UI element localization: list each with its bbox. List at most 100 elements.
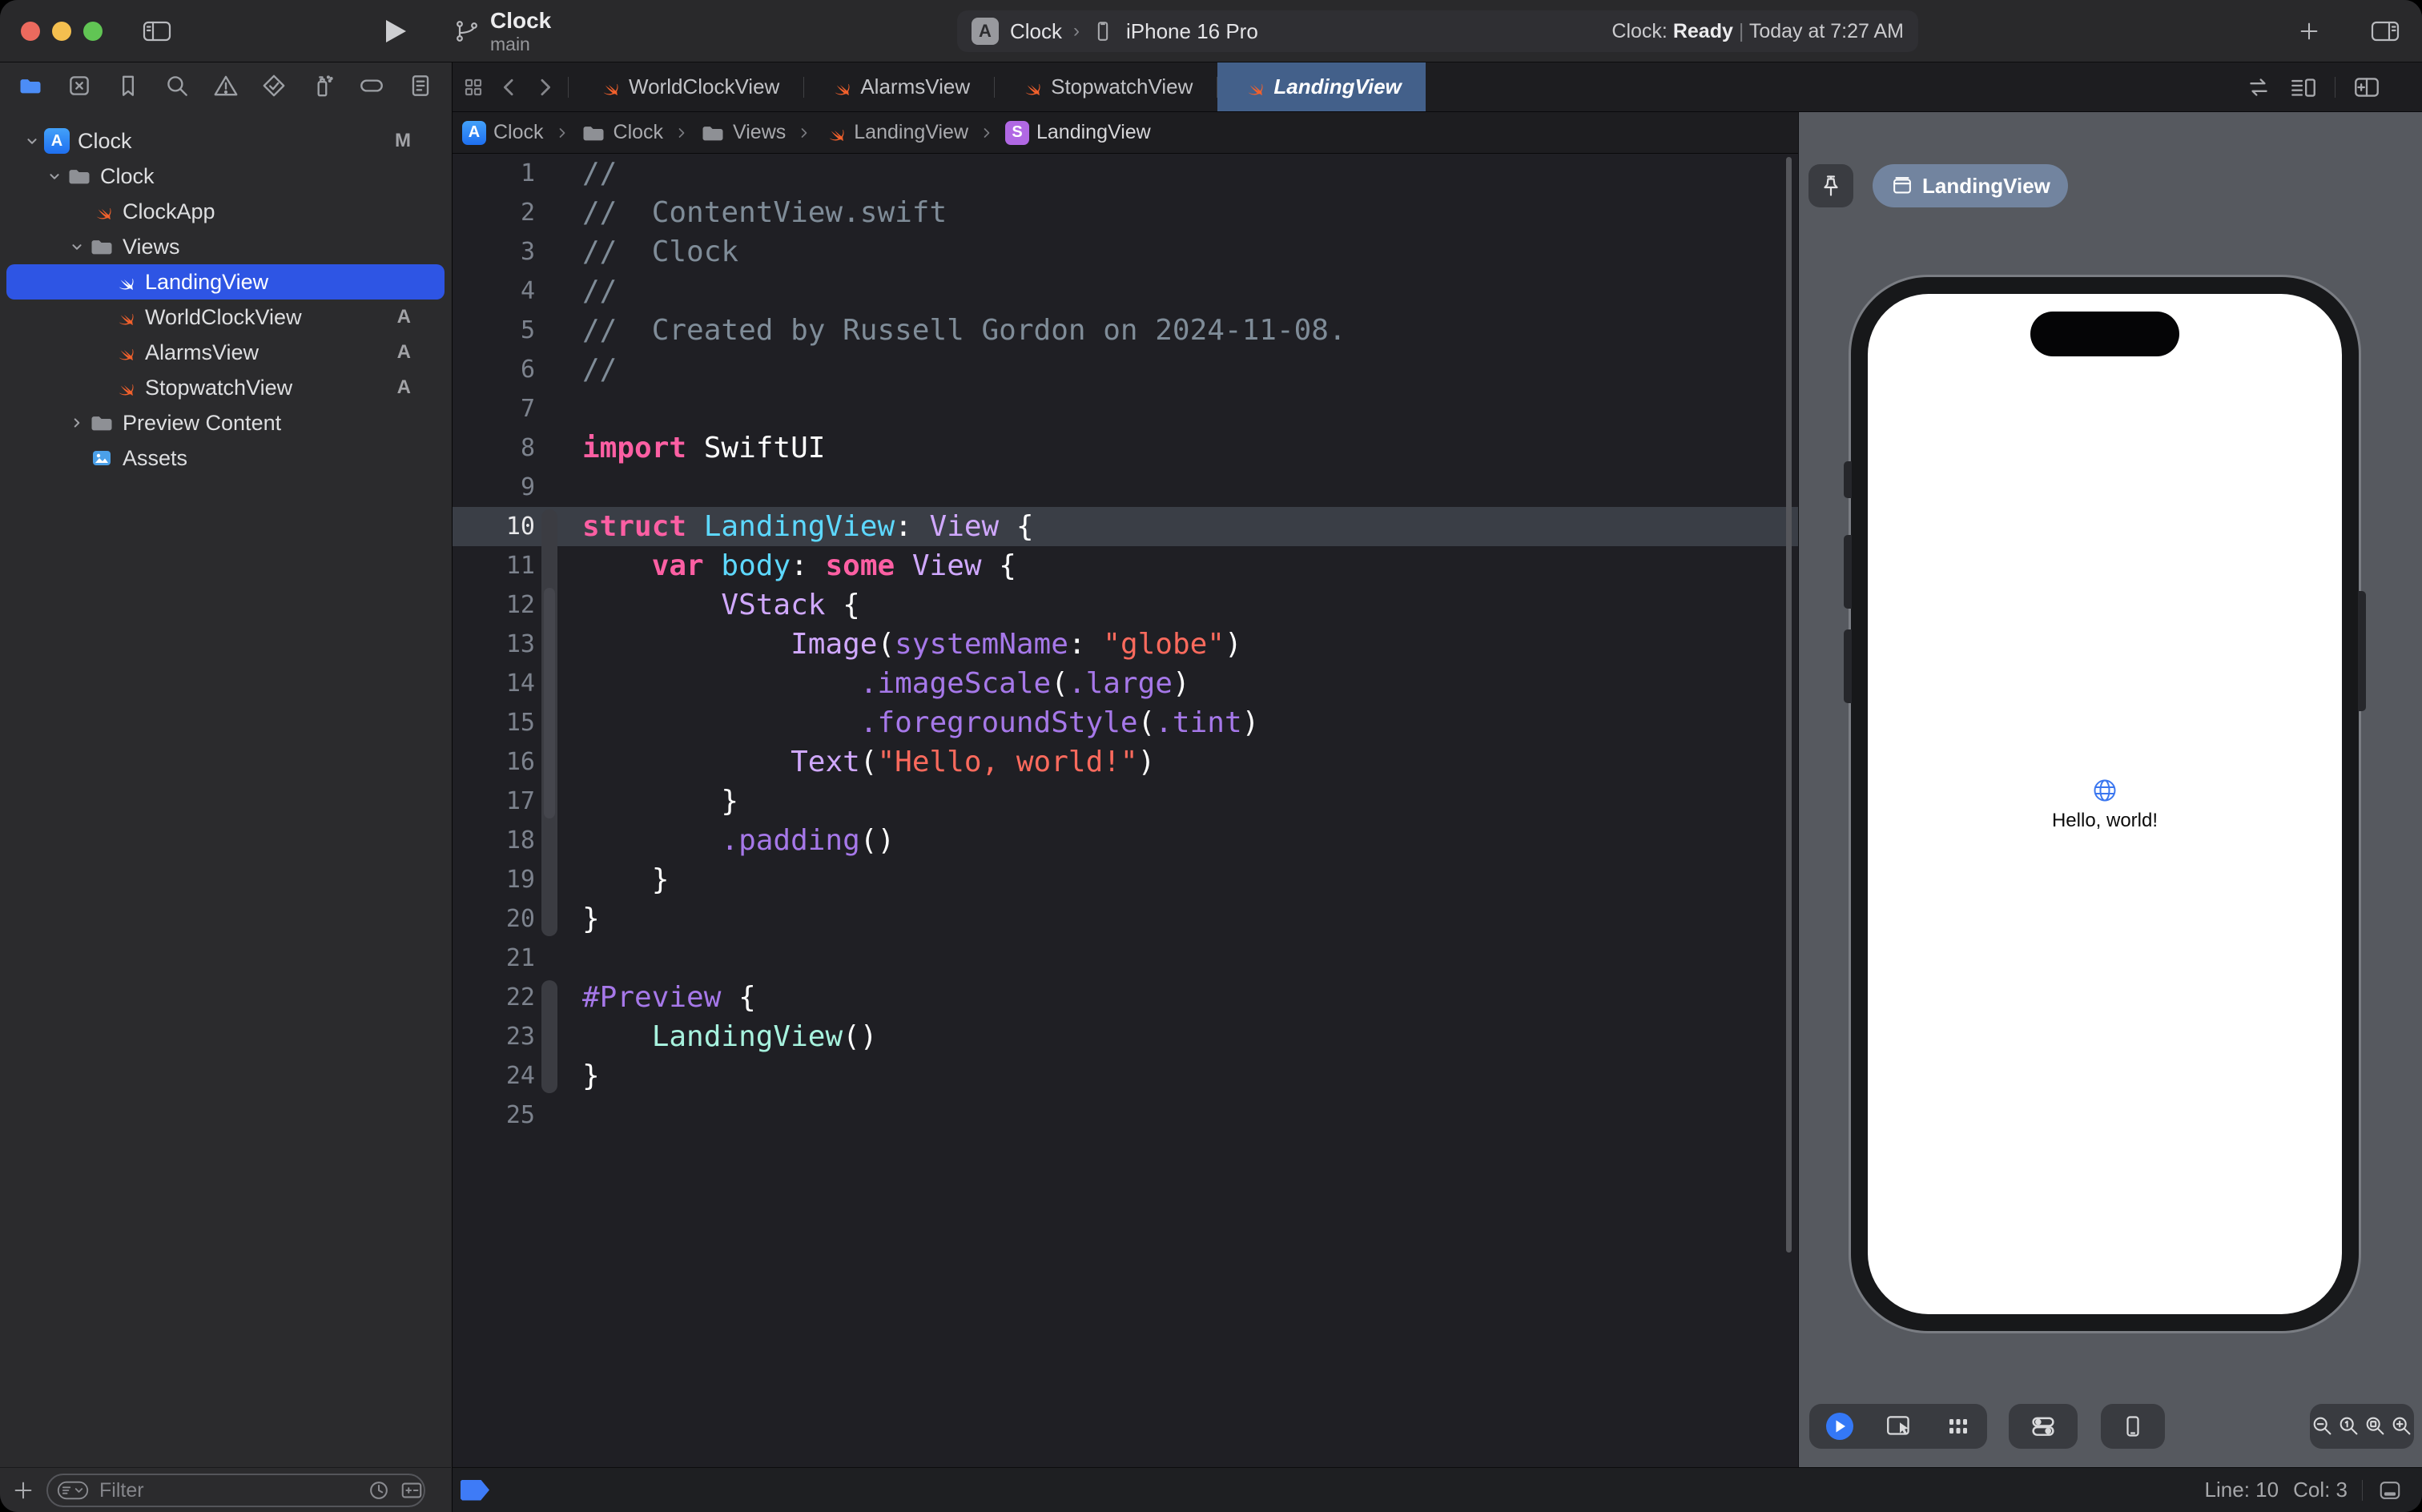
line-number[interactable]: 24 <box>453 1056 535 1096</box>
line-number[interactable]: 1 <box>453 154 535 193</box>
reports-navigator-icon[interactable] <box>403 68 438 103</box>
sidebar-item-stopwatchview[interactable]: StopwatchView A <box>0 370 451 405</box>
code-line-7[interactable]: 7 <box>453 389 1798 428</box>
code-line-23[interactable]: 23 LandingView() <box>453 1017 1798 1056</box>
code-line-3[interactable]: 3 // Clock <box>453 232 1798 271</box>
add-editor-icon[interactable] <box>2352 74 2382 101</box>
preview-target-pill[interactable]: LandingView <box>1873 164 2068 207</box>
line-number[interactable]: 14 <box>453 664 535 703</box>
find-navigator-icon[interactable] <box>159 68 195 103</box>
chevron-down-icon[interactable] <box>43 167 66 185</box>
code-line-4[interactable]: 4 // <box>453 271 1798 311</box>
related-items-icon[interactable] <box>461 74 486 100</box>
sidebar-item-views[interactable]: Views <box>0 229 451 264</box>
line-number[interactable]: 13 <box>453 625 535 664</box>
code-line-22[interactable]: 22 #Preview { <box>453 978 1798 1017</box>
zoom-window-button[interactable] <box>83 22 103 41</box>
sidebar-item-clockapp[interactable]: ClockApp <box>0 194 451 229</box>
line-number[interactable]: 18 <box>453 821 535 860</box>
selectable-mode-icon[interactable] <box>1885 1413 1915 1440</box>
code-line-1[interactable]: 1 // <box>453 154 1798 193</box>
tests-navigator-icon[interactable] <box>256 68 292 103</box>
chevron-right-icon[interactable] <box>66 414 88 432</box>
line-number[interactable]: 5 <box>453 311 535 350</box>
forward-button[interactable] <box>533 75 557 99</box>
breadcrumb-item-views[interactable]: Views <box>700 120 786 146</box>
variants-mode-icon[interactable] <box>1944 1413 1973 1439</box>
zoom-in-icon[interactable] <box>2390 1414 2414 1438</box>
sidebar-item-alarmsview[interactable]: AlarmsView A <box>0 335 451 370</box>
debug-navigator-icon[interactable] <box>305 68 340 103</box>
code-line-6[interactable]: 6 // <box>453 350 1798 389</box>
line-number[interactable]: 4 <box>453 271 535 311</box>
preview-screen[interactable]: Hello, world! <box>1868 294 2342 1314</box>
filter-field[interactable] <box>46 1474 425 1507</box>
line-number[interactable]: 3 <box>453 232 535 271</box>
line-number[interactable]: 21 <box>453 939 535 978</box>
code-line-2[interactable]: 2 // ContentView.swift <box>453 193 1798 232</box>
code-line-24[interactable]: 24} <box>453 1056 1798 1096</box>
code-line-21[interactable]: 21 <box>453 939 1798 978</box>
scheme-name[interactable]: Clock <box>1010 19 1062 44</box>
source-control-filter-icon[interactable] <box>399 1478 424 1502</box>
line-number[interactable]: 20 <box>453 899 535 939</box>
issues-navigator-icon[interactable] <box>208 68 243 103</box>
editor-only-layout-icon[interactable] <box>2377 1478 2403 1502</box>
filter-input[interactable] <box>98 1478 359 1503</box>
back-button[interactable] <box>497 75 521 99</box>
sidebar-item-landingview[interactable]: LandingView <box>6 264 445 300</box>
code-line-5[interactable]: 5 // Created by Russell Gordon on 2024-11… <box>453 311 1798 350</box>
code-line-15[interactable]: 15 .foregroundStyle(.tint) <box>453 703 1798 742</box>
sidebar-item-preview-content[interactable]: Preview Content <box>0 405 451 440</box>
line-number[interactable]: 16 <box>453 742 535 782</box>
code-line-8[interactable]: 8 import SwiftUI <box>453 428 1798 468</box>
bookmarks-navigator-icon[interactable] <box>111 68 146 103</box>
line-number[interactable]: 11 <box>453 546 535 585</box>
code-line-20[interactable]: 20} <box>453 899 1798 939</box>
zoom-fit-icon[interactable] <box>2364 1414 2388 1438</box>
code-line-11[interactable]: 11 var body: some View { <box>453 546 1798 585</box>
live-preview-icon[interactable] <box>1824 1410 1856 1442</box>
project-navigator-icon[interactable] <box>13 68 48 103</box>
tab-stopwatchview[interactable]: StopwatchView <box>995 62 1217 111</box>
code-line-19[interactable]: 19 } <box>453 860 1798 899</box>
code-fold-ribbon[interactable] <box>544 588 555 818</box>
recents-clock-icon[interactable] <box>367 1478 391 1502</box>
line-number[interactable]: 15 <box>453 703 535 742</box>
tab-alarmsview[interactable]: AlarmsView <box>804 62 994 111</box>
sidebar-item-clock[interactable]: A Clock M <box>0 123 451 159</box>
breadcrumb-item-landingview[interactable]: S LandingView <box>1005 120 1151 145</box>
chevron-down-icon[interactable] <box>66 238 88 255</box>
zoom-actual-icon[interactable] <box>2337 1414 2361 1438</box>
code-line-18[interactable]: 18 .padding() <box>453 821 1798 860</box>
preview-device-button[interactable] <box>2101 1404 2165 1449</box>
line-number[interactable]: 12 <box>453 585 535 625</box>
line-number[interactable]: 8 <box>453 428 535 468</box>
line-number[interactable]: 22 <box>453 978 535 1017</box>
breadcrumb-item-landingview[interactable]: LandingView <box>823 121 968 145</box>
toggle-navigator-icon[interactable] <box>141 18 173 44</box>
code-line-12[interactable]: 12 VStack { <box>453 585 1798 625</box>
preview-device-settings-button[interactable] <box>2009 1404 2078 1449</box>
code-line-14[interactable]: 14 .imageScale(.large) <box>453 664 1798 703</box>
code-line-9[interactable]: 9 <box>453 468 1798 507</box>
code-line-16[interactable]: 16 Text("Hello, world!") <box>453 742 1798 782</box>
line-number[interactable]: 9 <box>453 468 535 507</box>
device-settings-icon[interactable] <box>2029 1412 2058 1441</box>
line-number[interactable]: 25 <box>453 1096 535 1135</box>
sidebar-item-clock[interactable]: Clock <box>0 159 451 194</box>
chevron-down-icon[interactable] <box>21 132 43 150</box>
sidebar-item-worldclockview[interactable]: WorldClockView A <box>0 300 451 335</box>
tab-landingview[interactable]: LandingView <box>1217 62 1426 111</box>
run-button[interactable] <box>386 20 406 42</box>
code-review-icon[interactable] <box>2245 74 2272 101</box>
line-number[interactable]: 17 <box>453 782 535 821</box>
zoom-out-icon[interactable] <box>2311 1414 2335 1438</box>
line-number[interactable]: 6 <box>453 350 535 389</box>
breakpoints-navigator-icon[interactable] <box>354 68 389 103</box>
code-line-10[interactable]: 10 struct LandingView: View { <box>453 507 1798 546</box>
breadcrumb-item-clock[interactable]: Clock <box>581 120 663 146</box>
breakpoints-toggle-icon[interactable] <box>461 1479 489 1501</box>
editor-scrollbar[interactable] <box>1786 157 1792 1253</box>
code-line-17[interactable]: 17 } <box>453 782 1798 821</box>
